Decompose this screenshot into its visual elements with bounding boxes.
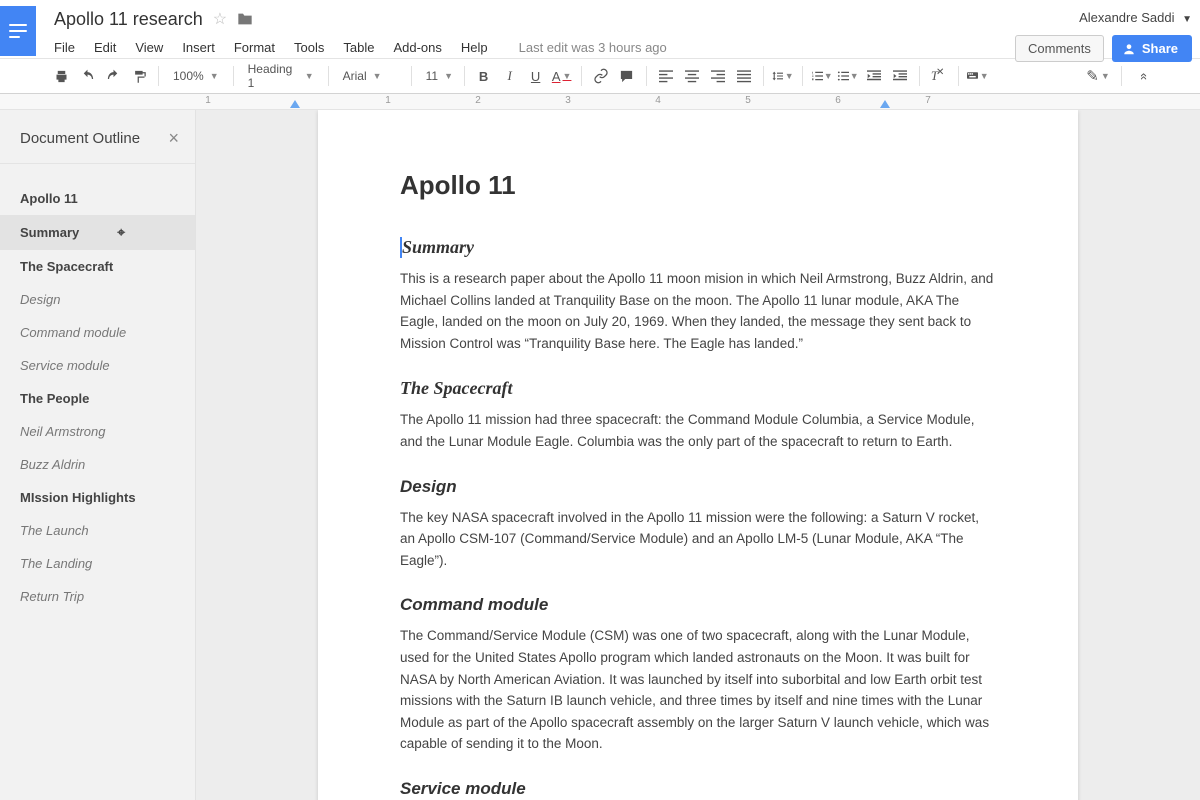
document-scroll-area[interactable]: Apollo 11 Summary This is a research pape… <box>196 110 1200 800</box>
doc-heading[interactable]: Design <box>400 477 996 497</box>
share-label: Share <box>1142 41 1178 56</box>
comment-icon[interactable] <box>616 64 638 88</box>
title-bar: Apollo 11 research ☆ File Edit View Inse… <box>0 0 1200 58</box>
menu-help[interactable]: Help <box>461 40 488 55</box>
redo-icon[interactable] <box>102 64 124 88</box>
outline-item[interactable]: The Launch <box>0 514 195 547</box>
ruler-number: 1 <box>205 95 211 106</box>
doc-paragraph[interactable]: The Apollo 11 mission had three spacecra… <box>400 409 996 452</box>
hide-menus-icon[interactable]: « <box>1134 64 1156 88</box>
outline-item[interactable]: Command module <box>0 316 195 349</box>
menu-bar: File Edit View Insert Format Tools Table… <box>54 34 1015 60</box>
outline-item[interactable]: Neil Armstrong <box>0 415 195 448</box>
bulleted-list-icon[interactable]: ▼ <box>837 64 859 88</box>
italic-button[interactable]: I <box>499 64 521 88</box>
editing-mode-icon[interactable]: ✎▼ <box>1087 64 1109 88</box>
indent-end-marker[interactable] <box>880 100 890 108</box>
outline-item[interactable]: The People <box>0 382 195 415</box>
decrease-indent-icon[interactable] <box>863 64 885 88</box>
outline-item[interactable]: Return Trip <box>0 580 195 613</box>
paragraph-style-select[interactable]: Heading 1▼ <box>242 64 320 88</box>
star-icon[interactable]: ☆ <box>213 9 227 29</box>
outline-item[interactable]: Design <box>0 283 195 316</box>
toolbar: 100%▼ Heading 1▼ Arial▼ 11▼ B I U A▼ ▼ ▼… <box>0 58 1200 94</box>
align-right-icon[interactable] <box>707 64 729 88</box>
ruler[interactable]: 1 1 2 3 4 5 6 7 <box>0 94 1200 110</box>
ruler-number: 7 <box>925 95 931 106</box>
ruler-number: 6 <box>835 95 841 106</box>
indent-start-marker[interactable] <box>290 100 300 108</box>
document-title[interactable]: Apollo 11 research <box>54 9 203 30</box>
zoom-select[interactable]: 100%▼ <box>167 64 225 88</box>
input-tools-icon[interactable]: ▼ <box>967 64 989 88</box>
doc-h1[interactable]: Apollo 11 <box>400 170 996 201</box>
undo-icon[interactable] <box>76 64 98 88</box>
menu-tools[interactable]: Tools <box>294 40 324 55</box>
menu-view[interactable]: View <box>135 40 163 55</box>
outline-item[interactable]: The Landing <box>0 547 195 580</box>
last-edit-status: Last edit was 3 hours ago <box>519 40 667 55</box>
increase-indent-icon[interactable] <box>889 64 911 88</box>
ruler-number: 5 <box>745 95 751 106</box>
numbered-list-icon[interactable]: ▼ <box>811 64 833 88</box>
outline-item[interactable]: Buzz Aldrin <box>0 448 195 481</box>
ruler-number: 3 <box>565 95 571 106</box>
cursor-pointer-icon: ⌖ <box>117 224 125 241</box>
link-icon[interactable] <box>590 64 612 88</box>
doc-heading[interactable]: Summary <box>400 237 996 258</box>
outline-item[interactable]: The Spacecraft <box>0 250 195 283</box>
paint-format-icon[interactable] <box>128 64 150 88</box>
doc-heading[interactable]: Command module <box>400 595 996 615</box>
line-spacing-icon[interactable]: ▼ <box>772 64 794 88</box>
doc-heading[interactable]: The Spacecraft <box>400 378 996 399</box>
ruler-number: 2 <box>475 95 481 106</box>
outline-item[interactable]: Summary⌖ <box>0 215 195 250</box>
doc-paragraph[interactable]: The Command/Service Module (CSM) was one… <box>400 625 996 755</box>
docs-logo[interactable] <box>0 6 36 56</box>
user-name: Alexandre Saddi <box>1079 10 1174 25</box>
document-outline-panel: Document Outline × Apollo 11Summary⌖The … <box>0 110 196 800</box>
menu-format[interactable]: Format <box>234 40 275 55</box>
align-center-icon[interactable] <box>681 64 703 88</box>
font-select[interactable]: Arial▼ <box>337 64 403 88</box>
docs-logo-icon <box>9 24 27 38</box>
comments-button[interactable]: Comments <box>1015 35 1104 62</box>
document-page[interactable]: Apollo 11 Summary This is a research pape… <box>318 110 1078 800</box>
ruler-number: 4 <box>655 95 661 106</box>
align-left-icon[interactable] <box>655 64 677 88</box>
doc-paragraph[interactable]: The key NASA spacecraft involved in the … <box>400 507 996 572</box>
caret-down-icon: ▼ <box>1182 14 1192 25</box>
menu-addons[interactable]: Add-ons <box>393 40 441 55</box>
font-size-select[interactable]: 11▼ <box>420 64 456 88</box>
share-icon <box>1122 42 1136 56</box>
share-button[interactable]: Share <box>1112 35 1192 62</box>
ruler-number: 1 <box>385 95 391 106</box>
outline-item[interactable]: MIssion Highlights <box>0 481 195 514</box>
menu-file[interactable]: File <box>54 40 75 55</box>
doc-paragraph[interactable]: This is a research paper about the Apoll… <box>400 268 996 354</box>
print-icon[interactable] <box>50 64 72 88</box>
menu-table[interactable]: Table <box>343 40 374 55</box>
doc-heading[interactable]: Service module <box>400 779 996 799</box>
align-justify-icon[interactable] <box>733 64 755 88</box>
outline-title: Document Outline <box>20 130 140 147</box>
outline-item[interactable]: Apollo 11 <box>0 182 195 215</box>
clear-formatting-icon[interactable]: T✕ <box>928 64 950 88</box>
close-icon[interactable]: × <box>168 128 179 149</box>
text-color-button[interactable]: A▼ <box>551 64 573 88</box>
menu-edit[interactable]: Edit <box>94 40 116 55</box>
bold-button[interactable]: B <box>473 64 495 88</box>
account-menu[interactable]: Alexandre Saddi ▼ <box>1079 10 1192 25</box>
outline-item[interactable]: Service module <box>0 349 195 382</box>
underline-button[interactable]: U <box>525 64 547 88</box>
menu-insert[interactable]: Insert <box>182 40 215 55</box>
folder-icon[interactable] <box>237 12 253 26</box>
main-area: Document Outline × Apollo 11Summary⌖The … <box>0 110 1200 800</box>
